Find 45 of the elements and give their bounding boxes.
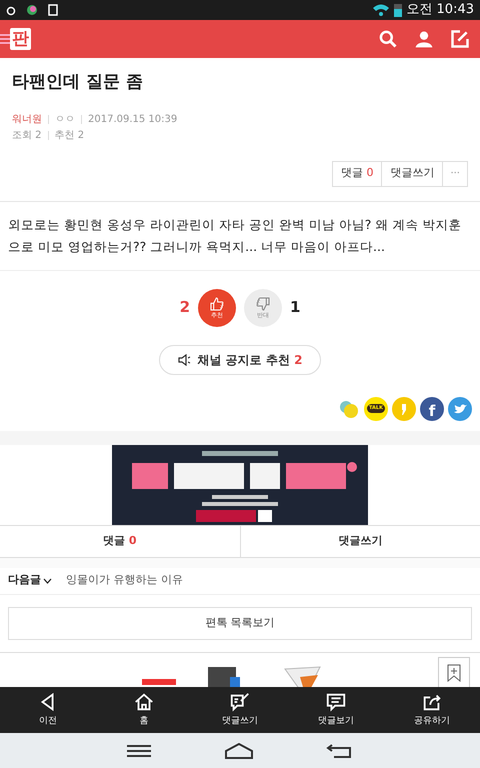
view-count: 조회 2 xyxy=(12,128,42,142)
clock-text: 오전 10:43 xyxy=(406,1,474,20)
sim-card-icon xyxy=(48,4,58,16)
nav-item[interactable]: 댓글쓰기 xyxy=(192,687,288,733)
home-icon[interactable] xyxy=(224,742,254,758)
facebook-button[interactable]: f xyxy=(420,396,444,420)
thumbs-up-icon xyxy=(209,296,225,312)
nickname-text: ㅇㅇ xyxy=(55,112,75,126)
wifi-icon xyxy=(372,3,390,17)
speech-bubble-icon xyxy=(325,691,347,714)
notification-icon xyxy=(6,4,16,16)
comment-tab[interactable]: 댓글 0 xyxy=(0,526,240,556)
back-arrow-icon[interactable] xyxy=(326,742,354,758)
list-button[interactable]: 편톡 목록보기 xyxy=(8,606,472,640)
vote-count: 2 xyxy=(180,297,190,318)
twitter-bird-icon[interactable] xyxy=(448,396,472,420)
post-body: 외모로는 황민현 옹성우 라이관린이 자타 공인 완벽 미남 아님? 왜 계속 박지훈으로 미모 영업하는거?? 그러니까 욕먹지... 너무 마음이 아프다... xyxy=(0,202,480,270)
author-text[interactable]: 워너원 xyxy=(12,112,42,126)
thumbs-down-icon xyxy=(255,296,271,312)
bookmark-button[interactable] xyxy=(438,656,470,687)
vote-count: 1 xyxy=(290,297,300,318)
next-post-label[interactable]: 다음글 xyxy=(8,572,52,589)
post-title: 타팬인데 질문 좀 xyxy=(12,71,144,94)
date-text: 2017.09.15 10:39 xyxy=(88,112,178,126)
nav-item[interactable]: 이전 xyxy=(0,687,96,733)
megaphone-icon xyxy=(178,354,192,366)
search-icon[interactable] xyxy=(378,29,398,49)
bookmark-plus-icon xyxy=(447,664,461,682)
battery-icon xyxy=(394,3,402,17)
nav-item[interactable]: 공유하기 xyxy=(384,687,480,733)
edit-icon[interactable] xyxy=(450,29,470,49)
user-icon[interactable] xyxy=(414,29,434,49)
comment-count-button[interactable]: 댓글 0 xyxy=(332,162,382,186)
logo[interactable]: 판 xyxy=(10,28,31,50)
pencil-note-icon xyxy=(229,691,251,714)
nav-item[interactable]: 댓글보기 xyxy=(288,687,384,733)
next-post-title[interactable]: 잉몰이가 유행하는 이유 xyxy=(66,572,183,589)
menu-icon[interactable] xyxy=(126,744,152,758)
home-icon xyxy=(133,691,155,714)
write-comment-tab[interactable]: 댓글쓰기 xyxy=(240,526,480,556)
write-comment-button[interactable]: 댓글쓰기 xyxy=(382,162,444,186)
channel-notice-button[interactable]: 채널 공지로 추천 2 xyxy=(158,344,322,374)
nav-item[interactable]: 홈 xyxy=(96,687,192,733)
chevron-down-icon xyxy=(43,578,52,584)
recommend-count: 추천 2 xyxy=(54,128,84,142)
